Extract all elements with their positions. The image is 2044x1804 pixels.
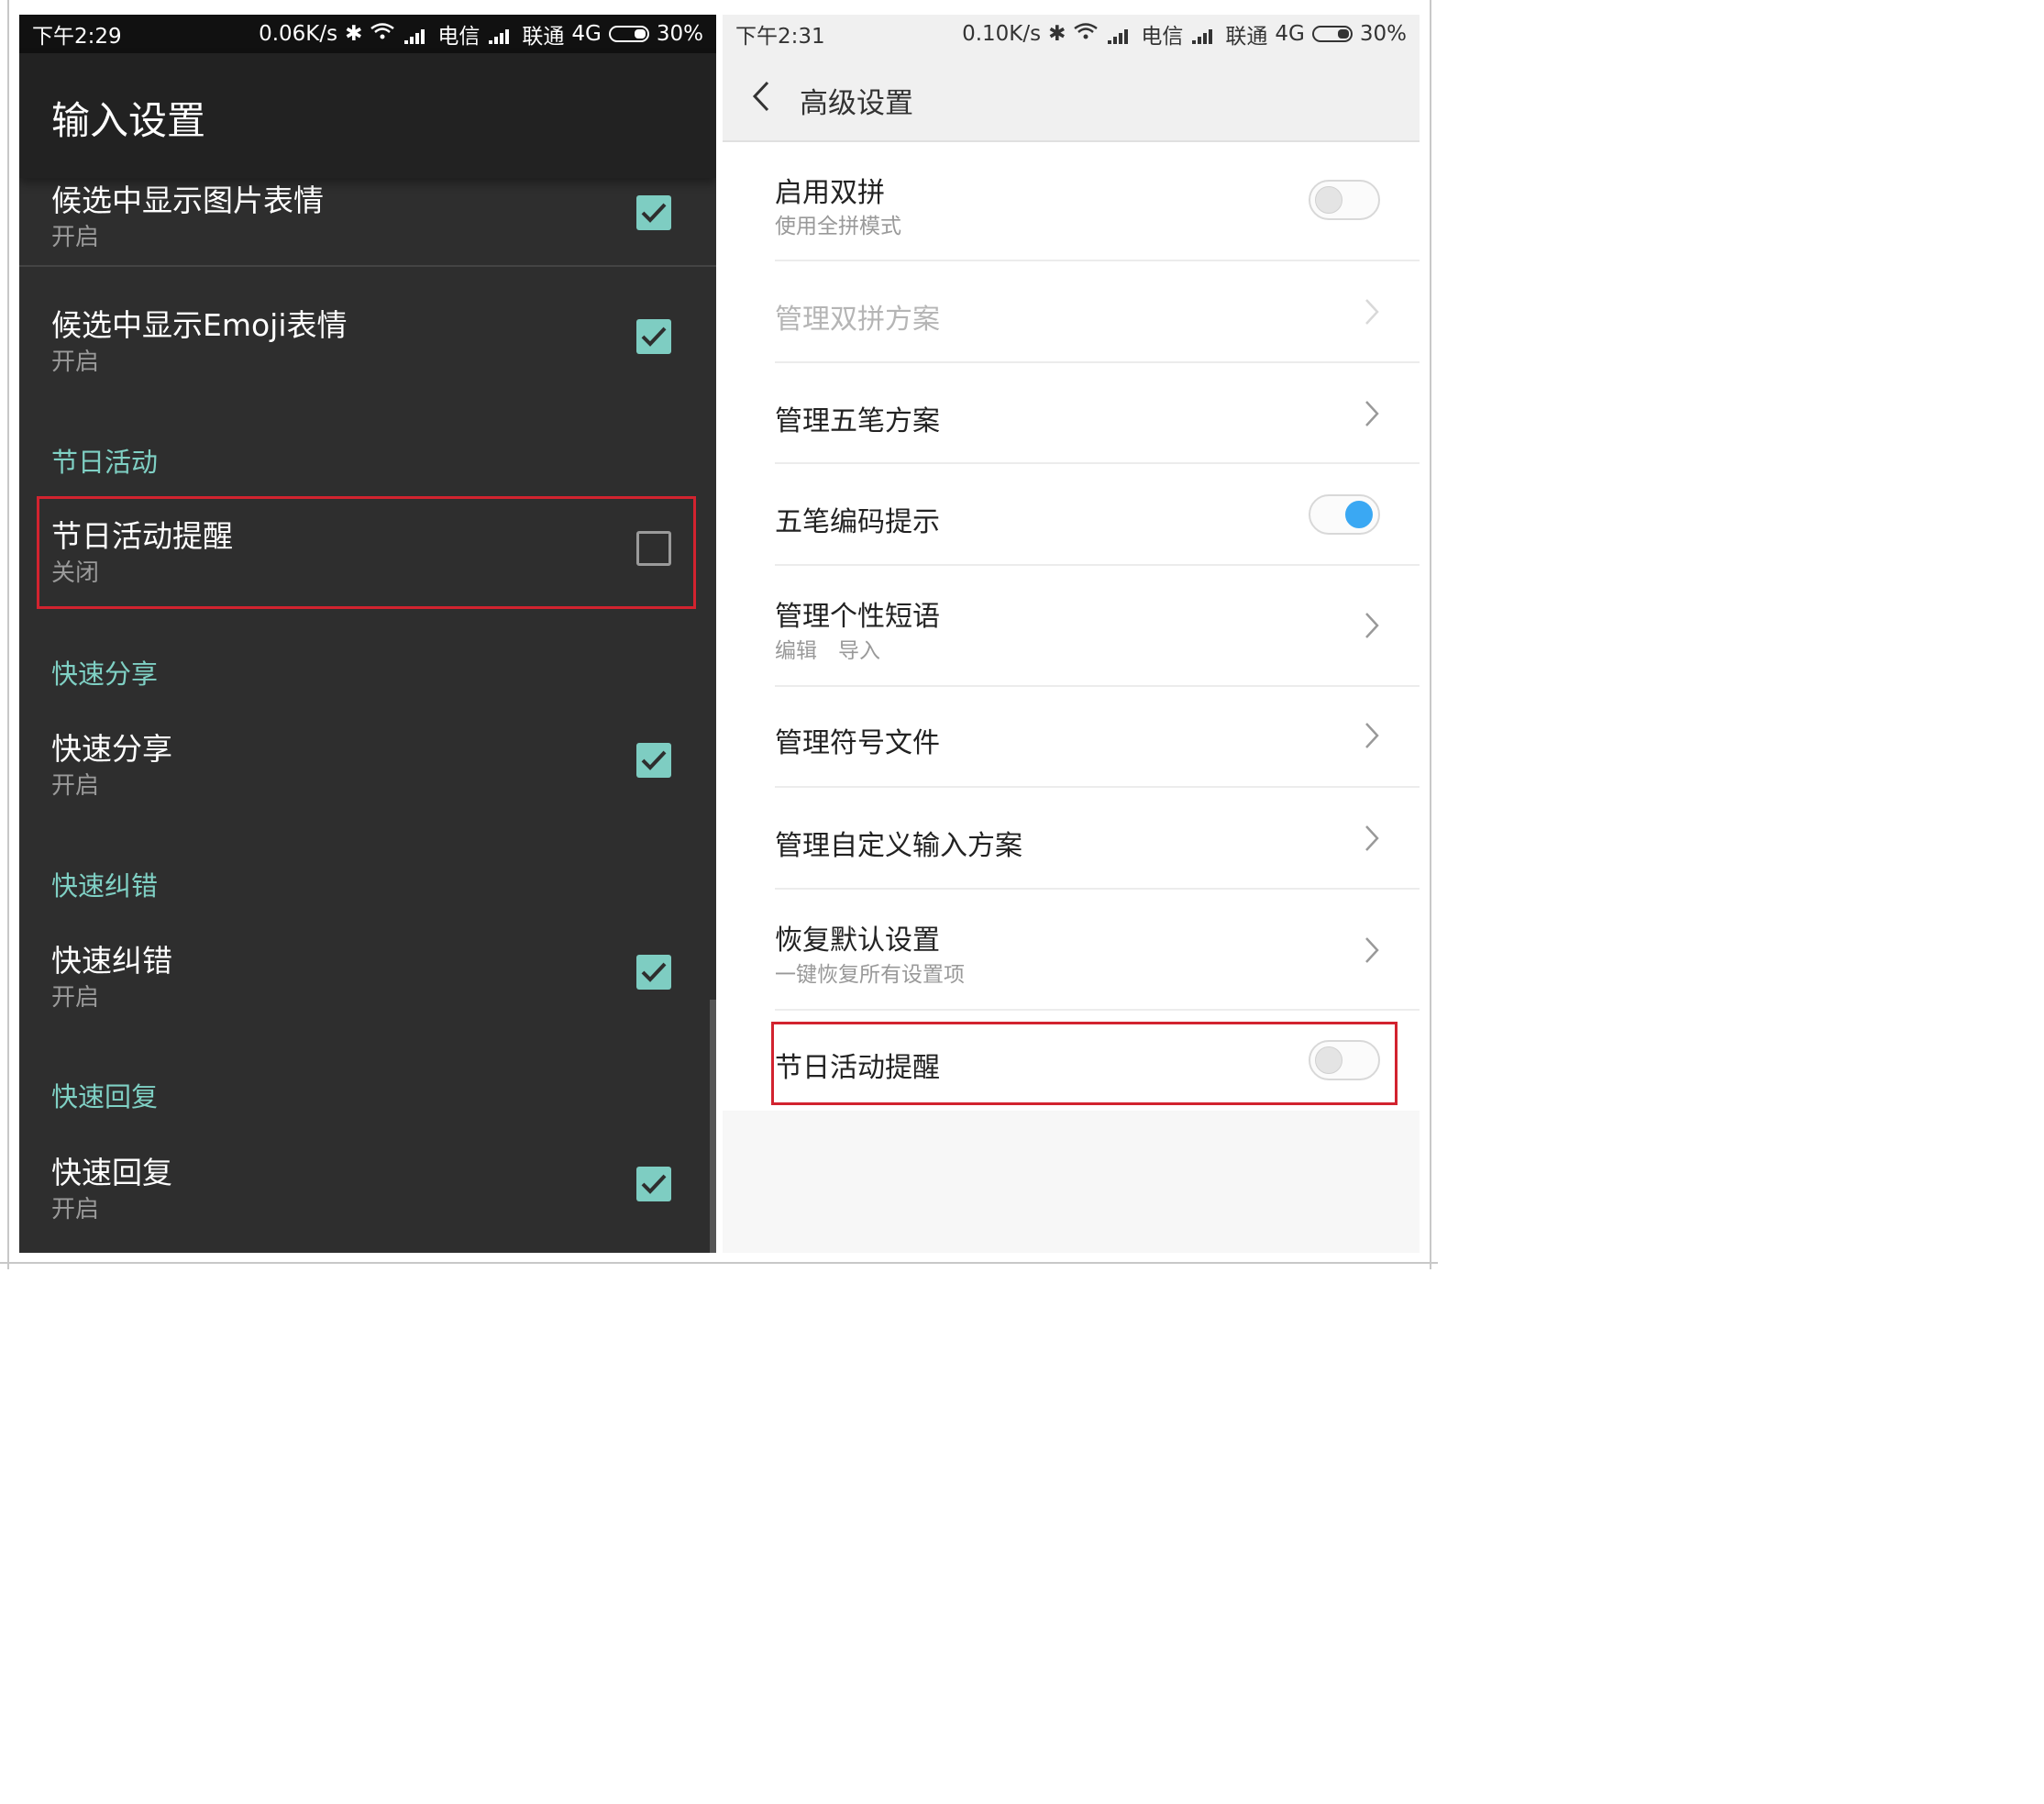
signal-icon [1190,26,1218,44]
signal-icon [403,26,430,44]
chevron-right-icon [1365,936,1379,968]
setting-manage-wubi[interactable]: 管理五笔方案 [723,363,1420,464]
setting-title: 候选中显示图片表情 [51,183,324,218]
chevron-right-icon [1365,612,1379,643]
back-arrow-icon[interactable] [752,81,770,116]
app-header: 输入设置 [19,53,716,178]
signal-icon [487,26,514,44]
setting-quick-reply[interactable]: 快速回复 开启 [19,1146,716,1234]
scrollbar[interactable] [710,1000,716,1253]
setting-title: 恢复默认设置 [775,924,940,957]
status-time: 下午2:31 [735,25,825,49]
section-header-quick-reply: 快速回复 [51,1081,159,1112]
setting-title: 管理双拼方案 [775,304,940,336]
app-header: 高级设置 [723,53,1420,142]
chevron-right-icon [1365,722,1379,753]
section-header-quick-share: 快速分享 [51,659,159,690]
status-bar: 下午2:31 0.10K/s ✱ 电信 联通 4G 30% [723,15,1420,53]
chevron-right-icon [1365,400,1379,431]
setting-quick-correct[interactable]: 快速纠错 开启 [19,935,716,1023]
setting-subtitle: 一键恢复所有设置项 [775,963,965,987]
bluetooth-icon: ✱ [345,22,363,46]
toggle-switch[interactable] [1309,494,1380,535]
network-type: 4G [571,22,602,46]
setting-title: 管理符号文件 [775,727,940,759]
advanced-settings-screen: 下午2:31 0.10K/s ✱ 电信 联通 4G 30% 高级设置 启用双拼 … [723,15,1420,1253]
section-header-quick-correct: 快速纠错 [51,870,159,902]
page-title: 高级设置 [800,87,913,120]
checkbox[interactable] [636,195,671,230]
signal-icon [1106,26,1133,44]
setting-show-image-emoticons[interactable]: 候选中显示图片表情 开启 [19,178,716,266]
frame-border-left [7,0,9,1269]
setting-enable-shuangpin[interactable]: 启用双拼 使用全拼模式 [723,142,1420,261]
setting-manage-custom-input[interactable]: 管理自定义输入方案 [723,788,1420,890]
setting-status: 开启 [51,1196,100,1223]
setting-subtitle: 编辑 导入 [775,639,880,663]
divider [19,265,716,267]
network-speed: 0.06K/s [259,22,338,46]
bluetooth-icon: ✱ [1048,22,1066,46]
toggle-knob [1345,501,1373,528]
setting-status: 开启 [51,772,100,800]
setting-manage-shuangpin[interactable]: 管理双拼方案 [723,261,1420,363]
section-header-holiday: 节日活动 [51,447,159,478]
setting-manage-phrases[interactable]: 管理个性短语 编辑 导入 [723,566,1420,687]
battery-icon [608,26,649,42]
carrier-1: 电信 [437,25,481,49]
network-speed: 0.10K/s [962,22,1042,46]
toggle-knob [1315,186,1342,214]
setting-status: 开启 [51,984,100,1012]
setting-status: 开启 [51,349,100,376]
settings-list: 启用双拼 使用全拼模式 管理双拼方案 管理五笔方案 五笔编码提示 管理个性短语 … [723,142,1420,1111]
setting-title: 快速纠错 [51,943,172,979]
setting-wubi-code-hint[interactable]: 五笔编码提示 [723,464,1420,566]
setting-status: 开启 [51,224,100,251]
setting-title: 候选中显示Emoji表情 [51,307,348,343]
setting-title: 管理自定义输入方案 [775,830,1022,862]
toggle-switch[interactable] [1309,180,1380,220]
battery-icon [1311,26,1353,42]
checkbox[interactable] [636,955,671,990]
battery-level: 30% [656,22,703,46]
setting-title: 快速回复 [51,1155,172,1190]
setting-title: 五笔编码提示 [775,506,940,538]
carrier-2: 联通 [522,25,565,49]
page-title: 输入设置 [51,98,206,143]
network-type: 4G [1275,22,1305,46]
wifi-icon [370,22,395,46]
highlight-box [37,496,696,609]
checkbox[interactable] [636,1167,671,1201]
carrier-1: 电信 [1141,25,1184,49]
setting-title: 管理个性短语 [775,601,940,633]
setting-title: 快速分享 [51,731,172,767]
setting-quick-share[interactable]: 快速分享 开启 [19,723,716,811]
status-time: 下午2:29 [32,25,122,49]
setting-subtitle: 使用全拼模式 [775,215,901,238]
setting-show-emoji[interactable]: 候选中显示Emoji表情 开启 [19,299,716,387]
chevron-right-icon [1365,825,1379,856]
battery-level: 30% [1359,22,1407,46]
setting-restore-defaults[interactable]: 恢复默认设置 一键恢复所有设置项 [723,890,1420,1011]
highlight-box [771,1022,1398,1105]
status-bar: 下午2:29 0.06K/s ✱ 电信 联通 4G 30% [19,15,716,53]
input-settings-screen: 下午2:29 0.06K/s ✱ 电信 联通 4G 30% 输入设置 候选中显示… [19,15,716,1253]
wifi-icon [1073,22,1099,46]
chevron-right-icon [1365,298,1379,329]
frame-border-bottom [0,1262,1438,1264]
frame-border-right [1430,0,1431,1269]
carrier-2: 联通 [1225,25,1268,49]
checkbox[interactable] [636,319,671,354]
checkbox[interactable] [636,743,671,778]
setting-title: 启用双拼 [775,177,885,209]
setting-title: 管理五笔方案 [775,405,940,437]
setting-manage-symbols[interactable]: 管理符号文件 [723,687,1420,788]
